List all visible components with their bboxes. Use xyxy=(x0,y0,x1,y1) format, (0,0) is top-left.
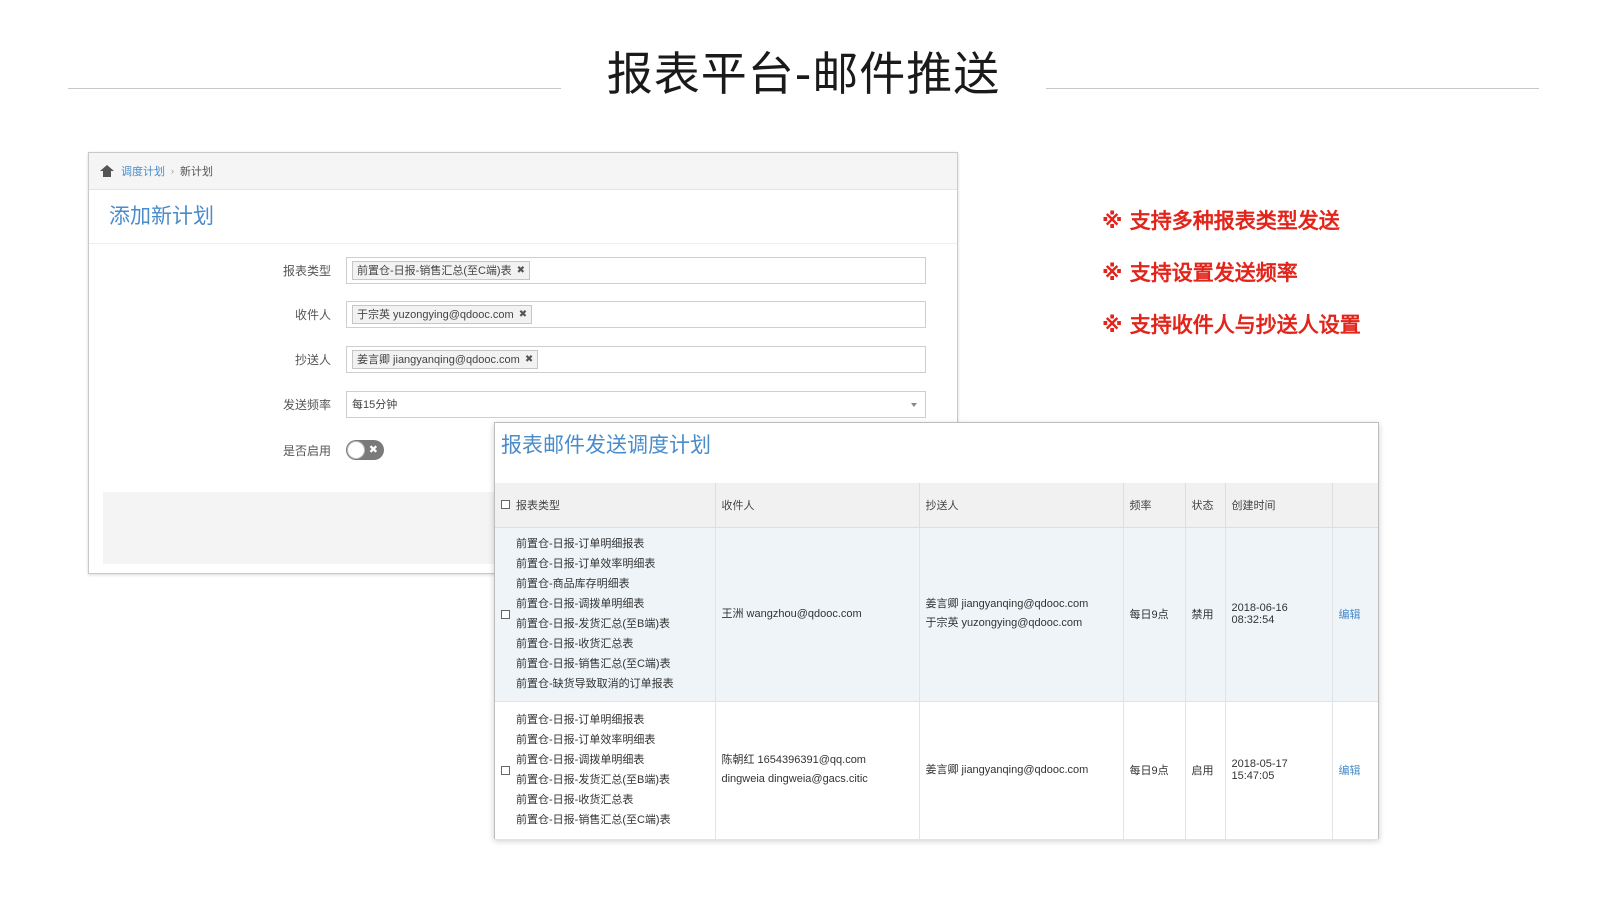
remove-tag-icon[interactable]: ✖ xyxy=(525,354,533,365)
cc-item: 于宗英 yuzongying@qdooc.com xyxy=(925,617,1083,629)
report-type-cell: 前置仓-日报-订单明细报表 前置仓-日报-订单效率明细表 前置仓-日报-调拨单明… xyxy=(495,701,716,840)
recipient-label: 收件人 xyxy=(294,307,331,322)
created-cell: 2018-05-17 15:47:05 xyxy=(1225,701,1333,840)
toggle-knob xyxy=(347,441,365,459)
edit-link[interactable]: 编辑 xyxy=(1339,765,1361,777)
tag-label: 于宗英 yuzongying@qdooc.com xyxy=(357,309,514,321)
enabled-toggle[interactable]: ✖ xyxy=(346,440,384,460)
recipient-item: dingweia dingweia@gacs.citic xyxy=(721,773,868,785)
remove-tag-icon[interactable]: ✖ xyxy=(517,265,525,276)
column-header-created: 创建时间 xyxy=(1225,483,1333,528)
slide-title: 报表平台-邮件推送 xyxy=(606,47,1001,101)
status-cell: 启用 xyxy=(1185,701,1226,840)
column-header-report-type: 报表类型 xyxy=(495,483,716,528)
feature-item: ※ 支持设置发送频率 xyxy=(1102,261,1298,285)
report-type-item: 前置仓-日报-收货汇总表 xyxy=(516,794,634,806)
title-divider-right xyxy=(1046,88,1539,89)
frequency-cell: 每日9点 xyxy=(1123,701,1186,840)
report-type-item: 前置仓-商品库存明细表 xyxy=(516,578,630,590)
cc-cell: 姜言卿 jiangyanqing@qdooc.com xyxy=(919,701,1124,840)
schedule-table-window: 报表邮件发送调度计划 报表类型 收件人 抄送人 频率 状态 创建时间 前置仓-日… xyxy=(494,422,1379,840)
recipient-cell: 陈朝红 1654396391@qq.com dingweia dingweia@… xyxy=(715,701,920,840)
column-header-status: 状态 xyxy=(1185,483,1226,528)
frequency-cell: 每日9点 xyxy=(1123,527,1186,702)
column-label: 报表类型 xyxy=(516,499,560,512)
frequency-row: 发送频率 每15分钟 xyxy=(89,390,959,418)
report-type-select[interactable]: 前置仓-日报-销售汇总(至C端)表 ✖ xyxy=(346,256,926,284)
cc-select[interactable]: 姜言卿 jiangyanqing@qdooc.com ✖ xyxy=(346,345,926,373)
selected-tag: 前置仓-日报-销售汇总(至C端)表 ✖ xyxy=(352,260,530,280)
recipient-cell: 王洲 wangzhou@qdooc.com xyxy=(715,527,920,702)
table-row: 前置仓-日报-订单明细报表 前置仓-日报-订单效率明细表 前置仓-日报-调拨单明… xyxy=(495,701,1378,840)
tag-label: 前置仓-日报-销售汇总(至C端)表 xyxy=(357,265,512,277)
action-cell: 编辑 xyxy=(1332,701,1378,840)
report-type-item: 前置仓-日报-销售汇总(至C端)表 xyxy=(516,814,671,826)
table-row: 前置仓-日报-订单明细报表 前置仓-日报-订单效率明细表 前置仓-商品库存明细表… xyxy=(495,527,1378,702)
tag-label: 姜言卿 jiangyanqing@qdooc.com xyxy=(357,354,520,366)
report-type-item: 前置仓-日报-发货汇总(至B端)表 xyxy=(516,618,670,630)
report-type-label: 报表类型 xyxy=(282,263,331,278)
report-type-item: 前置仓-日报-订单明细报表 xyxy=(516,538,645,550)
report-type-item: 前置仓-日报-订单效率明细表 xyxy=(516,734,656,746)
report-type-item: 前置仓-日报-订单明细报表 xyxy=(516,714,645,726)
report-type-item: 前置仓-日报-收货汇总表 xyxy=(516,638,634,650)
feature-item: ※ 支持收件人与抄送人设置 xyxy=(1102,313,1361,337)
schedule-table: 报表类型 收件人 抄送人 频率 状态 创建时间 前置仓-日报-订单明细报表 前置… xyxy=(495,483,1378,840)
selected-tag: 姜言卿 jiangyanqing@qdooc.com ✖ xyxy=(352,349,539,369)
selected-tag: 于宗英 yuzongying@qdooc.com ✖ xyxy=(352,304,533,324)
chevron-right-icon: › xyxy=(171,166,174,176)
report-type-item: 前置仓-日报-订单效率明细表 xyxy=(516,558,656,570)
remove-tag-icon[interactable]: ✖ xyxy=(519,309,527,320)
report-type-item: 前置仓-日报-调拨单明细表 xyxy=(516,598,645,610)
report-type-item: 前置仓-缺货导致取消的订单报表 xyxy=(516,678,674,690)
frequency-select[interactable]: 每15分钟 xyxy=(346,390,926,418)
edit-link[interactable]: 编辑 xyxy=(1339,609,1361,621)
row-checkbox[interactable] xyxy=(501,609,510,619)
breadcrumb-current: 新计划 xyxy=(180,166,213,178)
report-type-item: 前置仓-日报-销售汇总(至C端)表 xyxy=(516,658,671,670)
home-icon[interactable] xyxy=(100,165,114,177)
select-all-checkbox[interactable] xyxy=(501,500,510,510)
report-type-item: 前置仓-日报-调拨单明细表 xyxy=(516,754,645,766)
recipient-select[interactable]: 于宗英 yuzongying@qdooc.com ✖ xyxy=(346,300,926,328)
frequency-label: 发送频率 xyxy=(282,397,331,412)
status-cell: 禁用 xyxy=(1185,527,1226,702)
chevron-down-icon xyxy=(911,402,917,407)
column-header-recipient: 收件人 xyxy=(715,483,920,528)
recipient-row: 收件人 于宗英 yuzongying@qdooc.com ✖ xyxy=(89,300,959,328)
cc-item: 姜言卿 jiangyanqing@qdooc.com xyxy=(925,598,1089,610)
cc-cell: 姜言卿 jiangyanqing@qdooc.com 于宗英 yuzongyin… xyxy=(919,527,1124,702)
cc-label: 抄送人 xyxy=(294,352,331,367)
report-type-cell: 前置仓-日报-订单明细报表 前置仓-日报-订单效率明细表 前置仓-商品库存明细表… xyxy=(495,527,716,702)
created-cell: 2018-06-16 08:32:54 xyxy=(1225,527,1333,702)
column-header-cc: 抄送人 xyxy=(919,483,1124,528)
form-title: 添加新计划 xyxy=(89,190,957,244)
breadcrumb: 调度计划 › 新计划 xyxy=(89,153,957,190)
close-icon: ✖ xyxy=(368,444,378,456)
table-header-row: 报表类型 收件人 抄送人 频率 状态 创建时间 xyxy=(495,483,1378,528)
enabled-label: 是否启用 xyxy=(282,443,331,458)
cc-row: 抄送人 姜言卿 jiangyanqing@qdooc.com ✖ xyxy=(89,345,959,373)
title-divider-left xyxy=(68,88,561,89)
table-title: 报表邮件发送调度计划 xyxy=(501,434,711,457)
recipient-item: 王洲 wangzhou@qdooc.com xyxy=(721,607,862,620)
report-type-item: 前置仓-日报-发货汇总(至B端)表 xyxy=(516,774,670,786)
column-header-action xyxy=(1332,483,1378,528)
action-cell: 编辑 xyxy=(1332,527,1378,702)
recipient-item: 陈朝红 1654396391@qq.com xyxy=(721,754,866,766)
frequency-value: 每15分钟 xyxy=(352,399,398,411)
report-type-row: 报表类型 前置仓-日报-销售汇总(至C端)表 ✖ xyxy=(89,256,959,284)
feature-item: ※ 支持多种报表类型发送 xyxy=(1102,209,1340,233)
row-checkbox[interactable] xyxy=(501,765,510,775)
breadcrumb-link-schedule[interactable]: 调度计划 xyxy=(121,163,165,179)
column-header-frequency: 频率 xyxy=(1123,483,1186,528)
cc-item: 姜言卿 jiangyanqing@qdooc.com xyxy=(925,763,1089,776)
feature-list: ※ 支持多种报表类型发送 ※ 支持设置发送频率 ※ 支持收件人与抄送人设置 xyxy=(1102,206,1361,362)
